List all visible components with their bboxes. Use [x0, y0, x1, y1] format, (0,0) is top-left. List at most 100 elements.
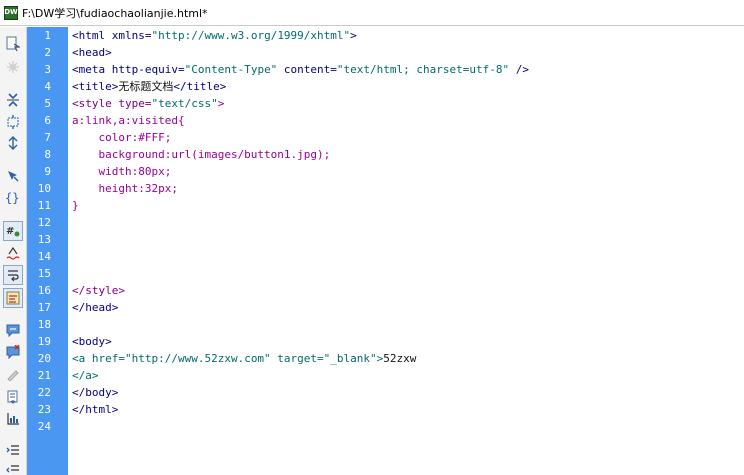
line-number: 9 — [44, 165, 51, 178]
open-documents-icon — [6, 36, 20, 52]
indent-code-button[interactable] — [3, 440, 23, 460]
line-number: 23 — [37, 403, 51, 416]
code-line[interactable]: <style type="text/css"> — [72, 95, 224, 112]
expand-all-button[interactable] — [3, 133, 23, 153]
code-token: color:#FFF; — [72, 131, 172, 144]
collapse-selection-icon — [7, 115, 19, 129]
line-number: 4 — [44, 80, 51, 93]
line-number: 17 — [37, 301, 51, 314]
syntax-coloring-button[interactable] — [3, 288, 23, 308]
select-parent-tag-icon — [8, 171, 19, 182]
code-navigator-button[interactable] — [3, 57, 23, 77]
line-number: 3 — [44, 63, 51, 76]
code-line[interactable]: width:80px; — [72, 163, 171, 180]
apply-comment-icon — [6, 324, 20, 337]
balance-braces-button[interactable]: {} — [3, 188, 23, 208]
code-line[interactable]: a:link,a:visited{ — [72, 112, 185, 129]
window-title: F:\DW学习\fudiaochaolianjie.html* — [22, 6, 208, 20]
code-token: </title> — [173, 80, 227, 93]
code-line[interactable]: </style> — [72, 282, 125, 299]
word-wrap-icon — [8, 270, 19, 282]
apply-comment-button[interactable] — [3, 320, 23, 340]
code-token: </a> — [72, 369, 99, 382]
move-css-button[interactable] — [3, 409, 23, 429]
code-line[interactable]: <title>无标题文档</title> — [72, 78, 226, 95]
recent-snippets-button[interactable] — [3, 387, 23, 407]
outdent-code-button[interactable] — [3, 460, 23, 475]
open-documents-button[interactable] — [3, 34, 23, 54]
code-line[interactable]: <a href="http://www.52zxw.com" target="_… — [72, 350, 416, 367]
code-token: <body> — [72, 335, 112, 348]
collapse-full-tag-icon — [7, 93, 19, 107]
code-line[interactable]: <head> — [72, 44, 112, 61]
line-number: 18 — [37, 318, 51, 331]
move-css-icon — [7, 413, 19, 425]
code-line[interactable]: </html> — [72, 401, 118, 418]
code-token: </html> — [72, 403, 119, 416]
code-token: "Content-Type" — [184, 63, 278, 76]
line-number: 15 — [37, 267, 51, 280]
line-number: 21 — [37, 369, 51, 382]
line-number: 11 — [37, 199, 51, 212]
remove-comment-button[interactable] — [3, 342, 23, 362]
indent-code-icon — [6, 445, 19, 455]
title-bar: DW F:\DW学习\fudiaochaolianjie.html* — [0, 0, 744, 26]
code-token: "http://www.52zxw.com" — [124, 352, 271, 365]
dreamweaver-app-icon: DW — [4, 5, 18, 20]
code-token: <style type= — [72, 97, 152, 110]
line-number: 22 — [37, 386, 51, 399]
wrap-tag-icon — [7, 370, 19, 381]
line-number: 20 — [37, 352, 51, 365]
code-line[interactable]: </body> — [72, 384, 118, 401]
syntax-coloring-icon — [6, 291, 20, 305]
line-number: 24 — [37, 420, 51, 433]
code-token: "text/css" — [151, 97, 218, 110]
show-code-navigator-icon — [7, 61, 19, 73]
svg-text:#: # — [6, 226, 14, 237]
code-line[interactable]: background:url(images/button1.jpg); — [72, 146, 330, 163]
collapse-full-tag-button[interactable] — [3, 90, 23, 110]
code-line[interactable]: <body> — [72, 333, 112, 350]
code-token: "text/html; charset=utf-8" — [336, 63, 510, 76]
code-token: <title> — [72, 80, 119, 93]
code-token: > — [217, 97, 225, 110]
line-number: 10 — [37, 182, 51, 195]
select-parent-tag-button[interactable] — [3, 166, 23, 186]
code-editor[interactable]: <html xmlns="http://www.w3.org/1999/xhtm… — [68, 27, 744, 475]
code-line[interactable]: </head> — [72, 299, 118, 316]
code-line[interactable]: </a> — [72, 367, 99, 384]
line-number: 6 — [44, 114, 51, 127]
line-number-gutter[interactable]: 1 2 3 4 5 6 7 8 9 10 11 12 13 14 15 16 17 18 19 20 21 22 23 24 — [27, 27, 68, 475]
code-token: /> — [509, 63, 529, 76]
highlight-invalid-code-button[interactable] — [3, 243, 23, 263]
word-wrap-button[interactable] — [3, 265, 23, 285]
code-token: a:link,a:visited{ — [72, 114, 185, 127]
code-token: background:url(images/button1.jpg); — [72, 148, 331, 161]
line-numbers-icon: # — [6, 226, 20, 237]
line-number: 2 — [44, 46, 51, 59]
code-line[interactable]: <meta http-equiv="Content-Type" content=… — [72, 61, 529, 78]
code-token: </style> — [72, 284, 125, 297]
code-token: > — [350, 29, 357, 42]
collapse-selection-button[interactable] — [3, 112, 23, 132]
line-numbers-button[interactable]: # — [3, 221, 23, 241]
line-number: 5 — [44, 97, 51, 110]
code-line[interactable]: } — [72, 197, 79, 214]
code-token: <a href= — [72, 352, 125, 365]
recent-snippets-icon — [7, 390, 18, 404]
code-token: 无标题文档 — [118, 80, 174, 93]
expand-all-icon — [8, 136, 18, 150]
code-line[interactable]: height:32px; — [72, 180, 177, 197]
code-line[interactable]: color:#FFF; — [72, 129, 171, 146]
line-number: 16 — [37, 284, 51, 297]
balance-braces-icon: {} — [5, 191, 19, 205]
code-token: } — [72, 199, 79, 212]
highlight-invalid-code-icon — [6, 246, 20, 260]
code-token: "_blank" — [323, 352, 377, 365]
code-line[interactable]: <html xmlns="http://www.w3.org/1999/xhtm… — [72, 27, 357, 44]
outdent-code-icon — [6, 465, 19, 473]
line-number: 13 — [37, 233, 51, 246]
code-token: </body> — [72, 386, 119, 399]
wrap-tag-button[interactable] — [3, 364, 23, 384]
svg-text:{}: {} — [5, 191, 19, 205]
